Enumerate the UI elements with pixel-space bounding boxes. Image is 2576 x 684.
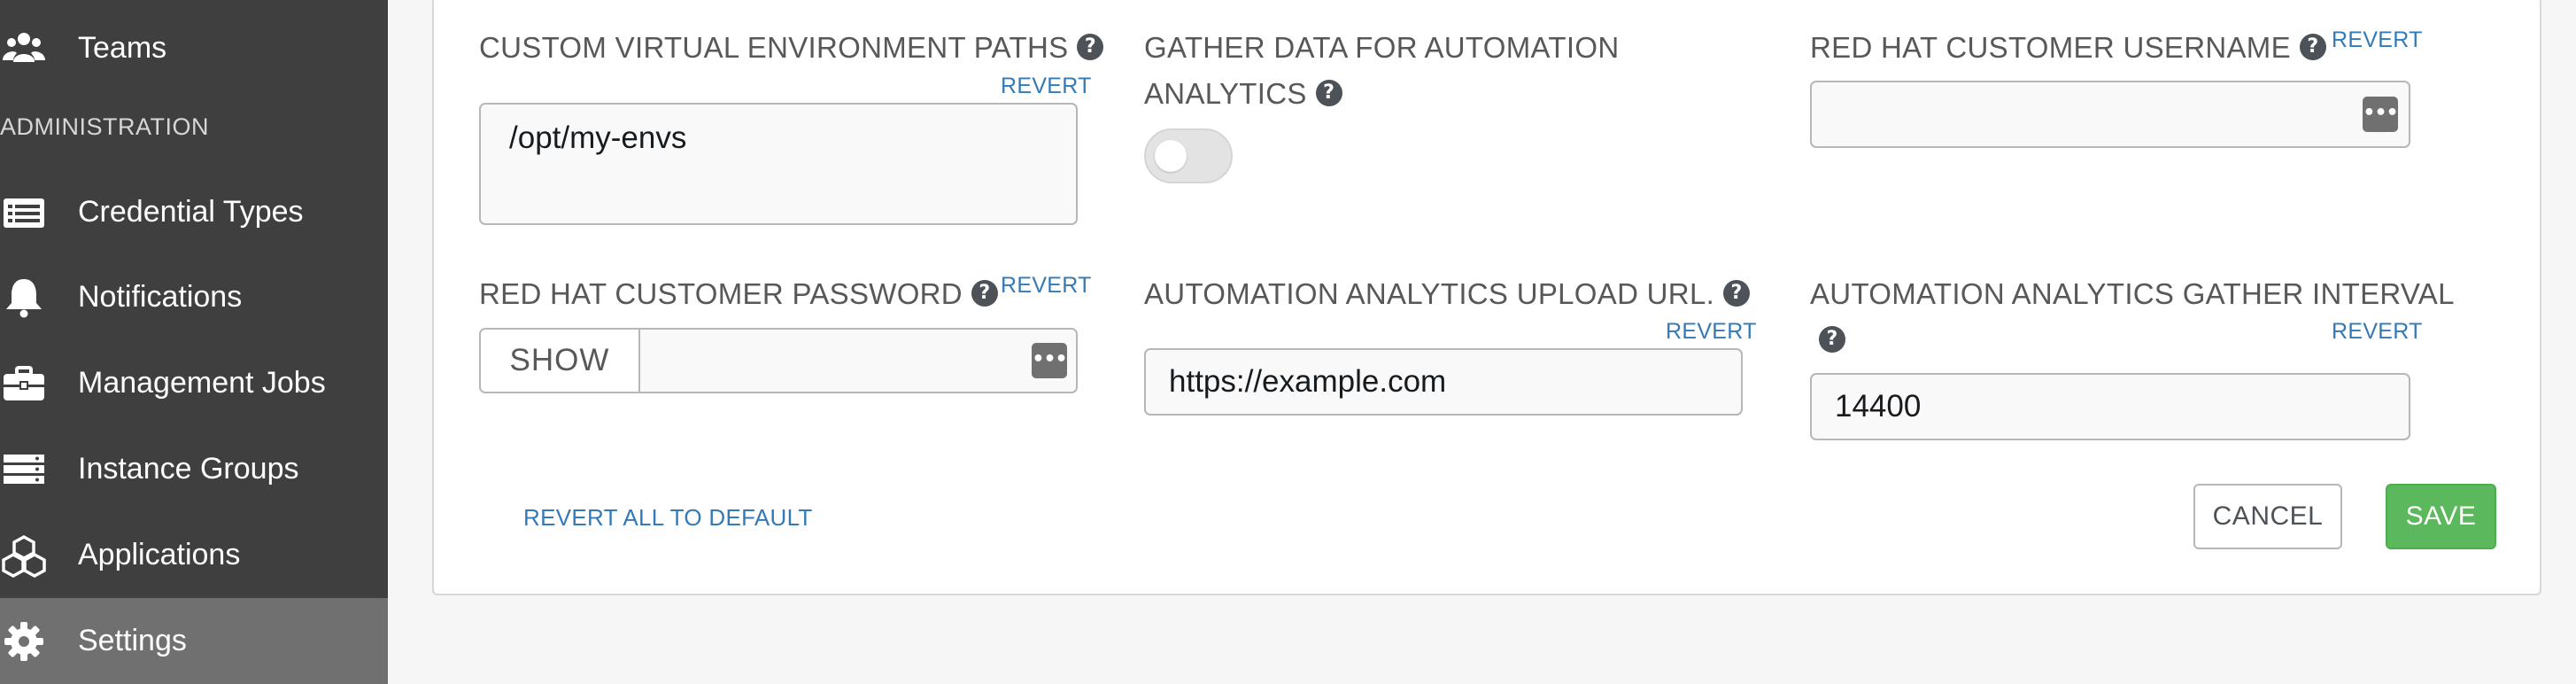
more-options-icon[interactable]: •••: [2363, 97, 2399, 132]
help-icon[interactable]: ?: [2299, 34, 2326, 61]
users-icon: [0, 25, 48, 73]
list-icon: [0, 189, 48, 237]
sidebar-item-credential-types[interactable]: Credential Types: [0, 169, 388, 255]
gather-interval-input[interactable]: 14400: [1810, 373, 2410, 440]
rh-password-input[interactable]: •••: [638, 328, 1078, 393]
sidebar-item-label: Instance Groups: [78, 452, 299, 486]
gear-icon: [0, 618, 48, 665]
sidebar-item-label: Notifications: [78, 280, 243, 314]
toggle-knob: [1155, 140, 1187, 172]
venv-paths-revert-link[interactable]: REVERT: [1001, 74, 1092, 99]
bell-icon: [0, 274, 48, 322]
sidebar-item-notifications[interactable]: Notifications: [0, 254, 388, 340]
help-icon[interactable]: ?: [1723, 280, 1751, 307]
sidebar-item-teams[interactable]: Teams: [0, 5, 388, 91]
venv-paths-textarea[interactable]: /opt/my-envs: [479, 103, 1078, 225]
upload-url-revert-link[interactable]: REVERT: [1666, 319, 1757, 345]
gather-data-toggle[interactable]: [1144, 128, 1233, 183]
briefcase-icon: [0, 360, 48, 408]
cancel-button[interactable]: CANCEL: [2193, 484, 2342, 549]
sidebar-item-label: Applications: [78, 538, 241, 571]
help-icon[interactable]: ?: [1315, 80, 1342, 107]
rh-username-label: RED HAT CUSTOMER USERNAME?: [1810, 25, 2326, 71]
server-icon: [0, 446, 48, 494]
show-password-button[interactable]: SHOW: [479, 328, 640, 393]
help-icon[interactable]: ?: [1077, 34, 1104, 61]
gather-interval-revert-link[interactable]: REVERT: [2332, 319, 2423, 345]
help-icon[interactable]: ?: [1819, 326, 1845, 354]
upload-url-label: AUTOMATION ANALYTICS UPLOAD URL.?: [1144, 271, 1751, 317]
sidebar-item-label: Credential Types: [78, 195, 304, 229]
sidebar-item-instance-groups[interactable]: Instance Groups: [0, 426, 388, 512]
cubes-icon: [0, 532, 48, 579]
rh-password-revert-link[interactable]: REVERT: [1001, 273, 1092, 299]
sidebar-item-applications[interactable]: Applications: [0, 512, 388, 598]
venv-paths-label: CUSTOM VIRTUAL ENVIRONMENT PATHS?: [479, 25, 1104, 71]
rh-username-revert-link[interactable]: REVERT: [2332, 27, 2423, 53]
sidebar-item-settings[interactable]: Settings: [0, 598, 388, 684]
gather-data-label: GATHER DATA FOR AUTOMATION ANALYTICS?: [1144, 31, 1620, 110]
sidebar-item-label: Management Jobs: [78, 366, 326, 400]
sidebar-item-label: Teams: [78, 31, 167, 65]
more-options-icon[interactable]: •••: [1032, 343, 1068, 378]
revert-all-link[interactable]: REVERT ALL TO DEFAULT: [523, 504, 813, 532]
rh-username-input[interactable]: •••: [1810, 81, 2410, 148]
sidebar-section-administration: ADMINISTRATION: [0, 113, 209, 140]
help-icon[interactable]: ?: [971, 280, 998, 307]
upload-url-input[interactable]: https://example.com: [1144, 348, 1743, 416]
gather-interval-label: AUTOMATION ANALYTICS GATHER INTERVAL ?: [1810, 271, 2455, 363]
save-button[interactable]: SAVE: [2386, 484, 2496, 549]
sidebar-item-label: Settings: [78, 624, 187, 657]
sidebar: Teams ADMINISTRATION Credential Types No…: [0, 0, 388, 684]
rh-password-label: RED HAT CUSTOMER PASSWORD?: [479, 271, 998, 317]
sidebar-item-management-jobs[interactable]: Management Jobs: [0, 340, 388, 426]
